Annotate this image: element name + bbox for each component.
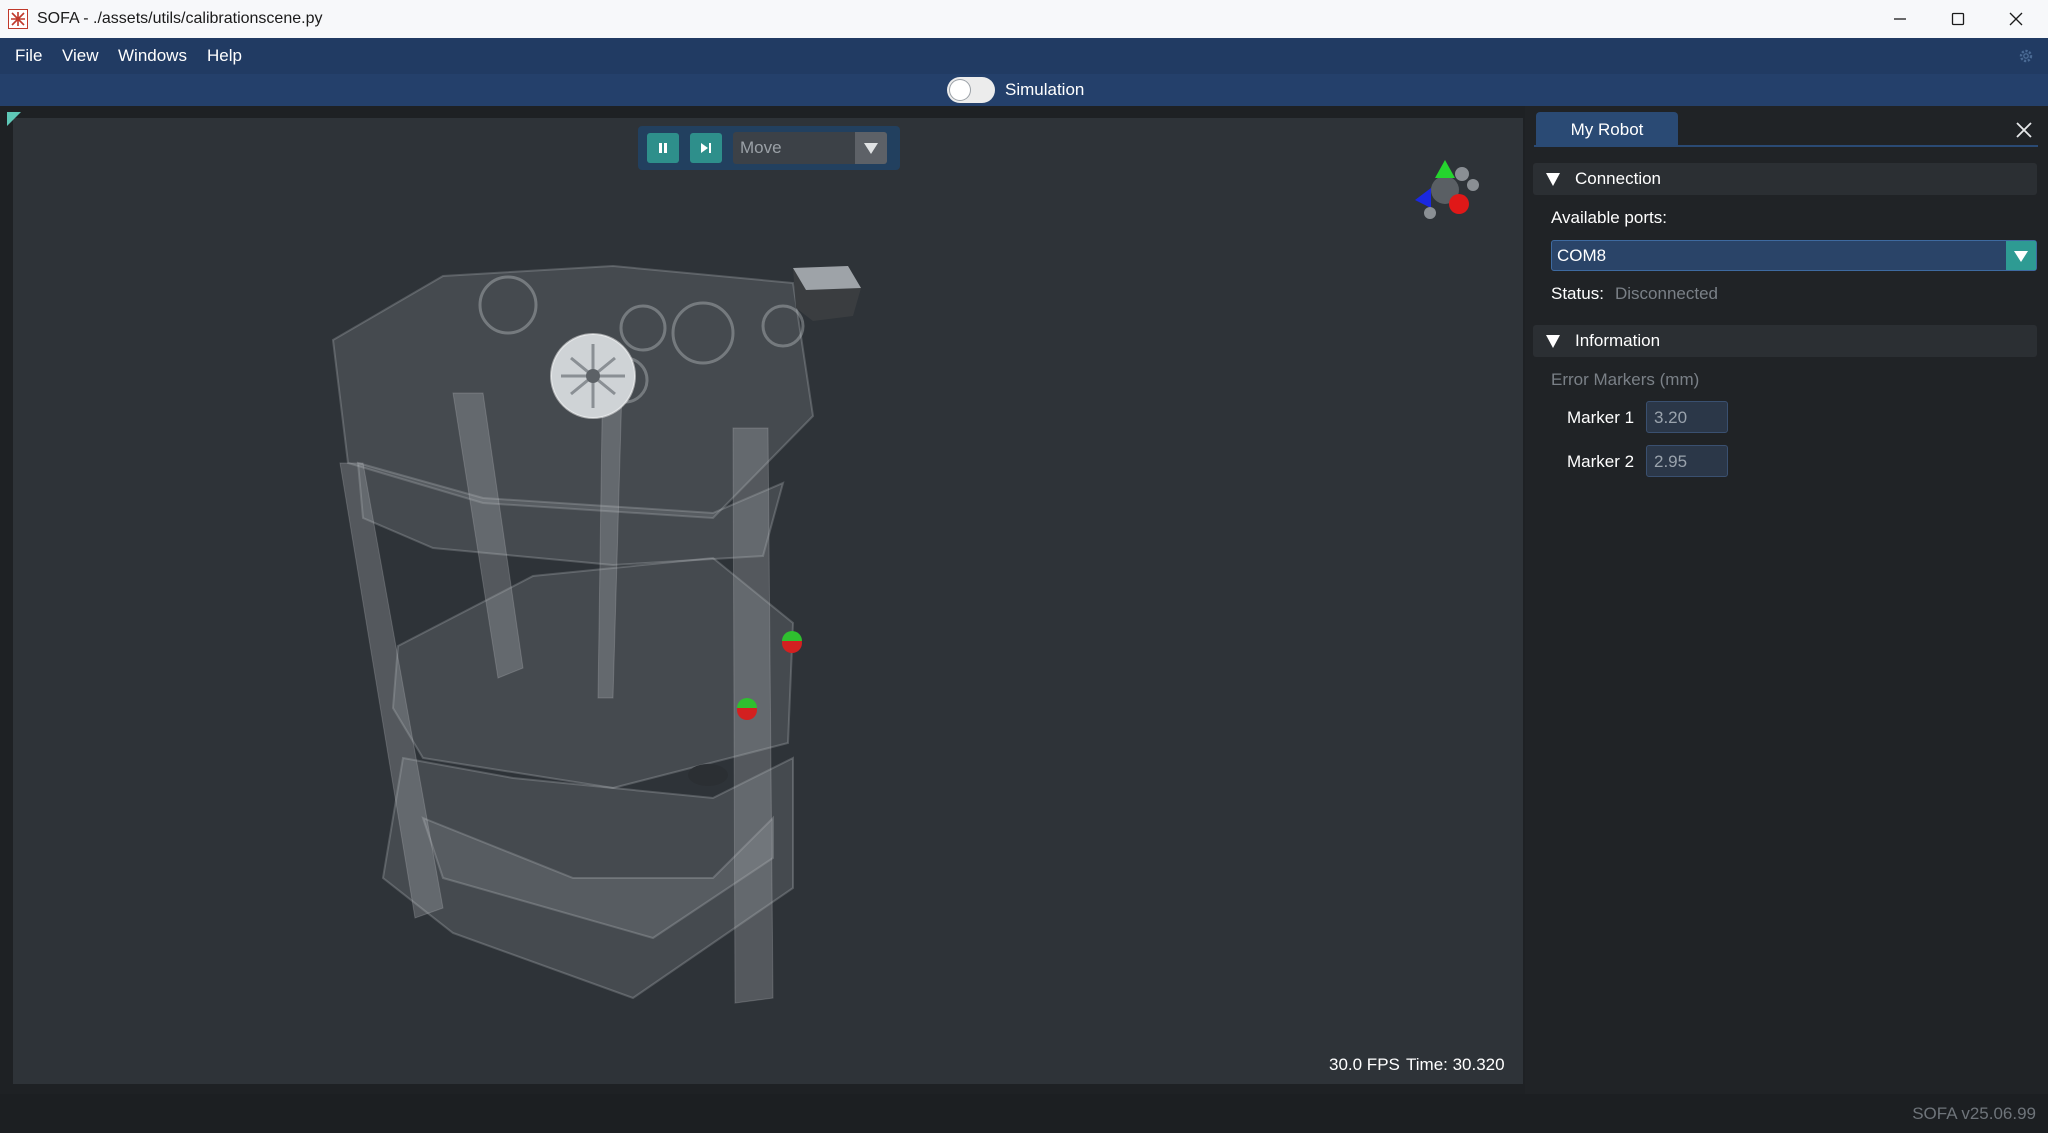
connection-header-label: Connection <box>1575 169 1662 188</box>
tab-underline <box>1534 145 2038 147</box>
port-value: COM8 <box>1557 246 1607 265</box>
menu-view[interactable]: View <box>62 47 99 65</box>
close-window-button[interactable] <box>1987 0 2045 38</box>
menu-windows[interactable]: Windows <box>118 47 187 65</box>
toggle-knob <box>950 80 970 100</box>
menu-bar: File View Windows Help <box>0 38 2048 74</box>
marker-2-field[interactable]: 2.95 <box>1646 445 1728 477</box>
status-value: Disconnected <box>1615 284 1719 303</box>
minimize-icon <box>1894 18 1906 20</box>
close-icon <box>2009 12 2023 26</box>
step-button[interactable] <box>690 133 722 163</box>
chevron-down-icon <box>2006 241 2036 270</box>
simulation-toggle[interactable] <box>947 77 995 103</box>
close-panel-icon[interactable] <box>2014 120 2034 140</box>
marker-2-label: Marker 2 <box>1567 452 1635 471</box>
title-bar: SOFA - ./assets/utils/calibrationscene.p… <box>0 0 2048 38</box>
collapse-triangle-icon <box>1546 173 1560 186</box>
simulation-bar: Simulation <box>0 74 2048 106</box>
status-bar: SOFA v25.06.99 <box>0 1094 2048 1133</box>
sofa-logo-icon <box>8 9 28 29</box>
minimize-button[interactable] <box>1871 0 1929 38</box>
fps-readout: 30.0 FPS <box>1329 1055 1400 1074</box>
chevron-down-icon <box>855 132 887 164</box>
viewport-corner-marker <box>7 112 21 126</box>
port-select[interactable]: COM8 <box>1551 240 2037 271</box>
marker-1-label: Marker 1 <box>1567 408 1635 427</box>
error-markers-label: Error Markers (mm) <box>1551 370 1700 389</box>
maximize-icon <box>1951 12 1965 26</box>
robot-scene <box>331 160 1479 1004</box>
pause-icon <box>659 143 667 153</box>
version-label: SOFA v25.06.99 <box>1912 1104 2036 1123</box>
pause-button[interactable] <box>647 133 679 163</box>
tab-my-robot[interactable]: My Robot <box>1536 112 1678 146</box>
maximize-button[interactable] <box>1929 0 1987 38</box>
marker-2-value: 2.95 <box>1654 452 1688 471</box>
step-forward-icon <box>701 143 711 153</box>
information-section-header[interactable]: Information <box>1533 325 2037 357</box>
menu-help[interactable]: Help <box>207 47 242 65</box>
marker-1-field[interactable]: 3.20 <box>1646 401 1728 433</box>
3d-viewport[interactable] <box>13 118 1523 1084</box>
viewport-toolbar: Move <box>638 126 900 170</box>
simulation-label: Simulation <box>1005 80 1085 99</box>
available-ports-label: Available ports: <box>1551 208 1667 227</box>
marker-1-sphere <box>782 631 802 653</box>
time-readout: Time: 30.320 <box>1406 1055 1505 1074</box>
information-header-label: Information <box>1575 331 1661 350</box>
mode-value: Move <box>740 138 782 157</box>
marker-2-sphere <box>737 698 757 720</box>
connection-section-header[interactable]: Connection <box>1533 163 2037 195</box>
gear-icon[interactable] <box>2018 48 2034 64</box>
interaction-mode-select[interactable]: Move <box>733 132 887 164</box>
menu-file[interactable]: File <box>15 47 42 65</box>
marker-1-value: 3.20 <box>1654 408 1688 427</box>
collapse-triangle-icon <box>1546 335 1560 348</box>
window-title: SOFA - ./assets/utils/calibrationscene.p… <box>37 10 323 27</box>
status-label: Status: <box>1551 284 1604 303</box>
orientation-gizmo <box>1415 160 1479 219</box>
tab-label: My Robot <box>1570 120 1644 139</box>
